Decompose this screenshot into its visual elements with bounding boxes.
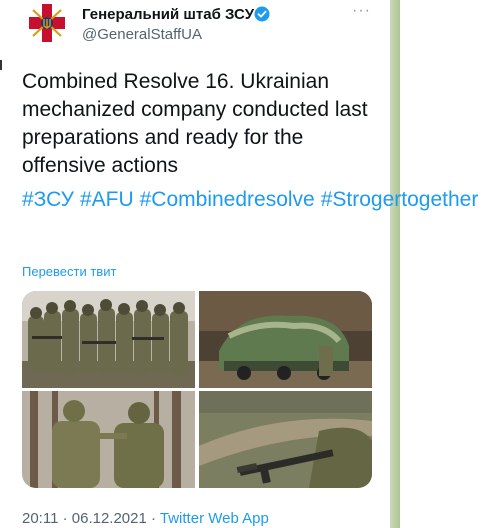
tweet-timestamp: 20:11 · 06.12.2021 · Twitter Web App	[22, 510, 269, 527]
more-options-icon[interactable]: ···	[352, 2, 371, 20]
user-handle[interactable]: @GeneralStaffUA	[82, 26, 202, 43]
hashtag-link[interactable]: #Strogertogether	[321, 188, 479, 211]
tweet-text: Combined Resolve 16. Ukrainian mechanize…	[22, 70, 368, 177]
translate-tweet-link[interactable]: Перевести твит	[22, 264, 116, 279]
tweet-card: Генеральний штаб ЗСУ @GeneralStaffUA ···…	[0, 0, 478, 528]
general-staff-emblem-icon	[25, 1, 69, 45]
hashtag-link[interactable]: #ЗСУ	[22, 188, 74, 211]
soldiers-group-image	[22, 291, 195, 388]
hashtag-link[interactable]: #Combinedresolve	[140, 188, 315, 211]
forest-soldiers-image	[22, 391, 195, 488]
hashtag-list: #ЗСУ #AFU #Combinedresolve #Strogertogether	[22, 186, 478, 214]
timestamp-text[interactable]: 20:11 · 06.12.2021 ·	[22, 510, 160, 527]
rifle-field-photo[interactable]	[199, 391, 372, 488]
avatar[interactable]	[22, 0, 72, 46]
vehicle-image	[199, 291, 372, 388]
soldiers-group-photo[interactable]	[22, 291, 195, 388]
rifle-image	[199, 391, 372, 488]
verified-badge-icon	[254, 6, 270, 22]
soldiers-forest-photo[interactable]	[22, 391, 195, 488]
display-name[interactable]: Генеральний штаб ЗСУ	[82, 6, 254, 23]
source-link[interactable]: Twitter Web App	[160, 510, 269, 527]
hashtag-link[interactable]: #AFU	[80, 188, 134, 211]
text-cursor	[0, 60, 2, 70]
camouflaged-vehicle-photo[interactable]	[199, 291, 372, 388]
media-grid	[22, 291, 372, 488]
background-strip	[390, 0, 400, 528]
